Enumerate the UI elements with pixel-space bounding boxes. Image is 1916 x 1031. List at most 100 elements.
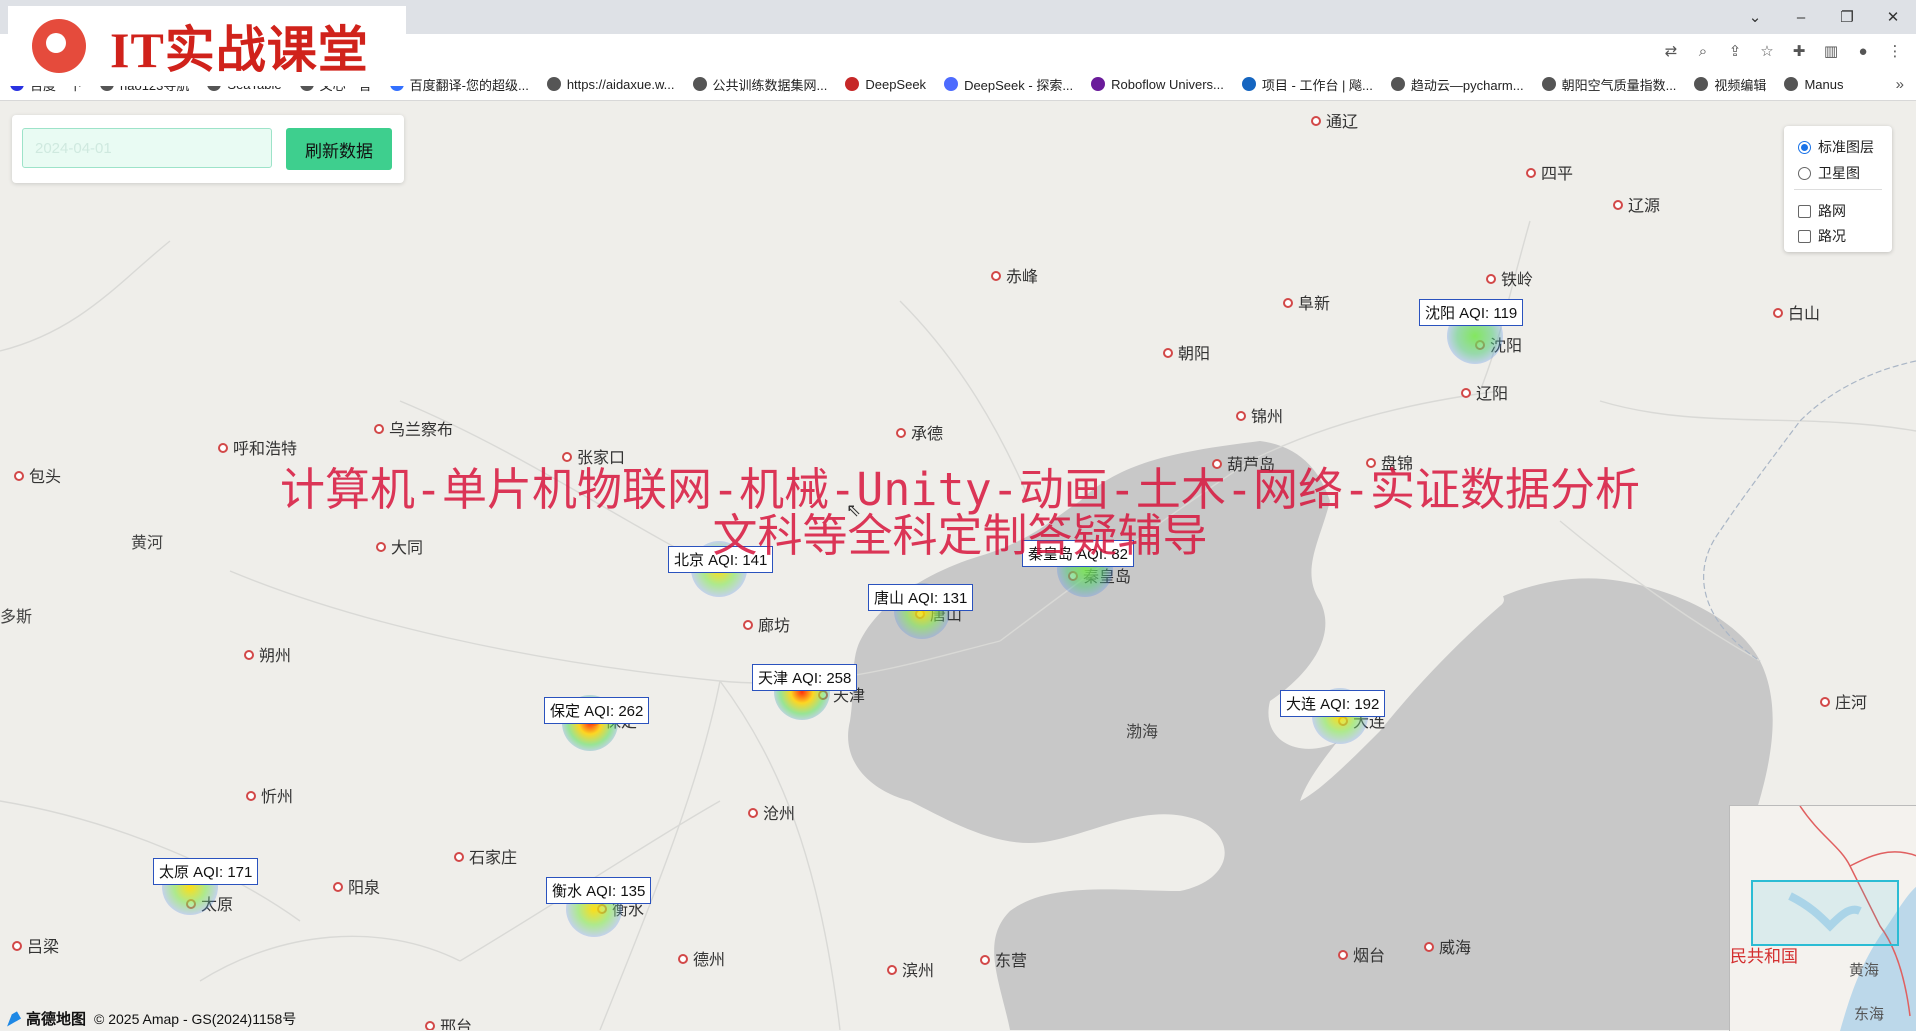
sidebar-icon[interactable]: ▥ [1818, 38, 1844, 64]
layer-satellite-option[interactable]: 卫星图 [1798, 163, 1860, 183]
logo-text: IT实战课堂 [110, 22, 369, 78]
logo-circle-icon [32, 19, 86, 73]
city-label: 白山 [1773, 300, 1820, 324]
bookmark-label: 趋动云—pycharm... [1410, 77, 1524, 93]
layer-roads-label: 路网 [1818, 203, 1846, 219]
city-label: 忻州 [246, 783, 293, 807]
city-label: 承德 [896, 420, 943, 444]
bookmark-label: 朝阳空气质量指数... [1561, 77, 1677, 93]
control-panel: 刷新数据 [12, 115, 404, 183]
share-icon[interactable]: ⇪ [1722, 38, 1748, 64]
layer-traffic-option[interactable]: 路况 [1798, 226, 1846, 246]
bookmark-label: Roboflow Univers... [1111, 76, 1224, 92]
overview-map[interactable]: 民共和国 黄海 东海 [1729, 805, 1916, 1031]
bookmark-item[interactable]: 百度翻译-您的超级... [389, 75, 529, 94]
bookmark-item[interactable]: 公共训练数据集网... [692, 75, 828, 94]
city-label: 庄河 [1820, 689, 1867, 713]
bookmark-item[interactable]: DeepSeek [845, 77, 926, 92]
more-icon[interactable]: ⋮ [1882, 38, 1908, 64]
mouse-cursor-icon: ⇖ [846, 500, 862, 520]
city-label: 辽阳 [1461, 380, 1508, 404]
city-label: 威海 [1424, 934, 1471, 958]
bookmark-item[interactable]: 朝阳空气质量指数... [1541, 75, 1677, 94]
refresh-button[interactable]: 刷新数据 [286, 128, 392, 170]
translate-icon[interactable]: ⇄ [1658, 38, 1684, 64]
whale-icon [944, 77, 959, 91]
layer-traffic-label: 路况 [1818, 228, 1846, 244]
city-label: 通辽 [1311, 108, 1358, 132]
zoom-icon[interactable]: ⌕ [1690, 38, 1716, 64]
amap-logo-text: 高德地图 [26, 1011, 87, 1028]
map-attribution: 高德地图 © 2025 Amap - GS(2024)1158号 [3, 1008, 296, 1029]
window-controls: ⌄ – ❐ ✕ [1732, 0, 1916, 34]
city-label: 呼和浩特 [218, 435, 297, 459]
amap-arrow-icon [3, 1011, 21, 1026]
logo: IT实战课堂 [8, 6, 406, 86]
checkbox-icon[interactable] [1798, 229, 1811, 243]
bookmark-item[interactable]: DeepSeek - 探索... [944, 75, 1073, 94]
restore-icon[interactable]: ❐ [1824, 0, 1870, 34]
city-label: 东营 [980, 947, 1027, 971]
globe-icon [1694, 77, 1709, 91]
close-icon[interactable]: ✕ [1870, 0, 1916, 34]
aqi-label-hengshui[interactable]: 衡水 AQI: 135 [546, 877, 652, 904]
bookmark-label: https://aidaxue.w... [566, 76, 675, 92]
bookmark-label: 视频编辑 [1714, 77, 1767, 93]
extension-icon[interactable]: ✚ [1786, 38, 1812, 64]
globe-icon [1541, 77, 1556, 91]
city-label: 吕梁 [12, 933, 59, 957]
profile-icon[interactable]: ● [1850, 38, 1876, 64]
city-label: 朝阳 [1163, 340, 1210, 364]
roboflow-icon [1091, 77, 1106, 91]
bookmark-item[interactable]: Roboflow Univers... [1091, 77, 1224, 92]
bookmark-item[interactable]: Manus [1784, 77, 1843, 92]
overview-sea-label: 黄海 [1849, 962, 1880, 979]
tab-search-icon[interactable]: ⌄ [1732, 0, 1778, 34]
globe-icon [692, 77, 707, 91]
layer-roads-option[interactable]: 路网 [1798, 201, 1846, 221]
city-label: 四平 [1526, 160, 1573, 184]
manus-icon [1784, 77, 1799, 91]
aqi-label-tianjin[interactable]: 天津 AQI: 258 [752, 664, 858, 691]
watermark-line1: 计算机-单片机物联网-机械-Unity-动画-土木-网络-实证数据分析 [279, 463, 1641, 516]
watermark-text: 计算机-单片机物联网-机械-Unity-动画-土木-网络-实证数据分析 文科等全… [200, 467, 1720, 559]
aqi-label-taiyuan[interactable]: 太原 AQI: 171 [153, 858, 259, 885]
city-label: 包头 [14, 463, 61, 487]
aqi-label-dalian[interactable]: 大连 AQI: 192 [1280, 690, 1386, 717]
minimize-icon[interactable]: – [1778, 0, 1824, 34]
city-label: 乌兰察布 [374, 416, 453, 440]
place-label: 多斯 [0, 609, 33, 626]
star-icon[interactable]: ☆ [1754, 38, 1780, 64]
date-input[interactable] [22, 128, 272, 168]
bookmarks-more-button[interactable]: » [1896, 68, 1904, 101]
layer-standard-option[interactable]: 标准图层 [1798, 137, 1874, 157]
aqi-label-shenyang[interactable]: 沈阳 AQI: 119 [1419, 299, 1524, 326]
province-borders [1703, 360, 1916, 662]
checkbox-icon[interactable] [1798, 204, 1811, 218]
radio-icon[interactable] [1798, 140, 1811, 154]
toolbar-icons: ⇄ ⌕ ⇪ ☆ ✚ ▥ ● ⋮ [1658, 34, 1908, 68]
layer-satellite-label: 卫星图 [1818, 165, 1860, 181]
bookmark-label: DeepSeek - 探索... [964, 77, 1074, 93]
bookmark-item[interactable]: 视频编辑 [1694, 75, 1766, 94]
amap-logo[interactable]: 高德地图 [3, 1008, 87, 1029]
city-label: 辽源 [1613, 192, 1660, 216]
bookmark-item[interactable]: 项目 - 工作台 | 飚... [1241, 75, 1373, 94]
overview-map-shapes [1730, 806, 1916, 1031]
city-label: 铁岭 [1486, 266, 1533, 290]
city-label: 邢台 [425, 1013, 472, 1030]
bookmark-item[interactable]: 趋动云—pycharm... [1390, 75, 1524, 94]
city-label: 阜新 [1283, 290, 1330, 314]
city-label: 烟台 [1338, 942, 1385, 966]
bookmark-label: 公共训练数据集网... [712, 77, 828, 93]
map-base [0, 220, 1916, 1030]
deepseek-icon [845, 77, 860, 91]
aqi-label-baoding[interactable]: 保定 AQI: 262 [544, 697, 650, 724]
bookmark-item[interactable]: https://aidaxue.w... [546, 76, 675, 92]
x-icon [1241, 77, 1256, 91]
map-canvas[interactable]: 通辽 四平 辽源 赤峰 铁岭 阜新 白山 朝阳 沈阳 辽阳 锦州 呼和浩特 乌兰… [0, 101, 1916, 1030]
river-label: 黄河 [131, 535, 164, 552]
radio-icon[interactable] [1798, 166, 1811, 180]
aqi-label-tangshan[interactable]: 唐山 AQI: 131 [868, 584, 974, 611]
city-label: 赤峰 [991, 263, 1038, 287]
